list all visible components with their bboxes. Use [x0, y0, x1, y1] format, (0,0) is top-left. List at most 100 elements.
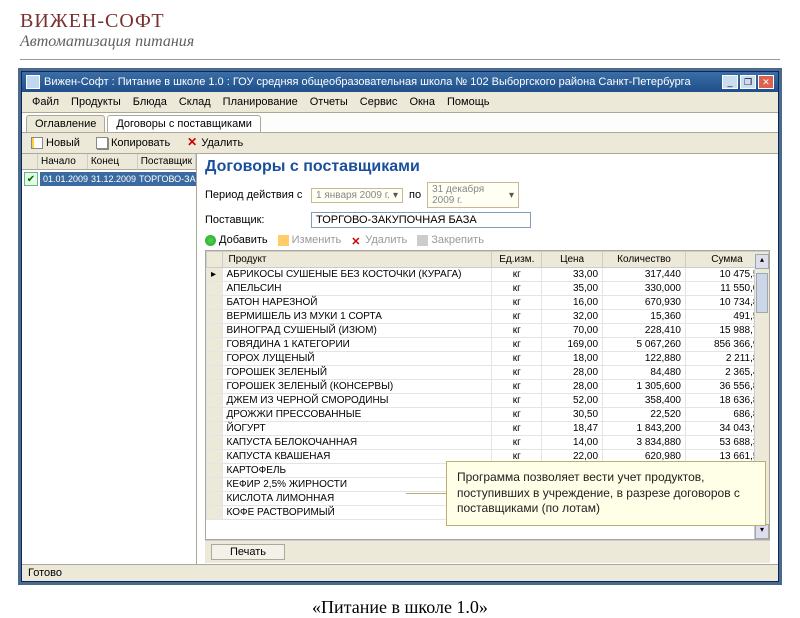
cell-product: ЙОГУРТ: [222, 422, 492, 436]
cell-price: 30,50: [542, 408, 603, 422]
table-row[interactable]: ДЖЕМ ИЗ ЧЕРНОЙ СМОРОДИНЫкг52,00358,40018…: [207, 394, 769, 408]
table-row[interactable]: ▸АБРИКОСЫ СУШЕНЫЕ БЕЗ КОСТОЧКИ (КУРАГА)к…: [207, 268, 769, 282]
table-row[interactable]: ВИНОГРАД СУШЕНЫЙ (ИЗЮМ)кг70,00228,41015 …: [207, 324, 769, 338]
row-marker: [207, 408, 223, 422]
titlebar: Вижен-Софт : Питание в школе 1.0 : ГОУ с…: [22, 72, 778, 92]
col-price[interactable]: Цена: [542, 252, 603, 268]
cell-price: 32,00: [542, 310, 603, 324]
date-to-input[interactable]: 31 декабря 2009 г.▾: [427, 182, 519, 208]
col-start[interactable]: Начало: [38, 154, 88, 169]
table-row[interactable]: ГОВЯДИНА 1 КАТЕГОРИИкг169,005 067,260856…: [207, 338, 769, 352]
tab-contracts[interactable]: Договоры с поставщиками: [107, 115, 261, 132]
cell-qty: 358,400: [603, 394, 686, 408]
cell-qty: 670,930: [603, 296, 686, 310]
table-row[interactable]: БАТОН НАРЕЗНОЙкг16,00670,93010 734,88: [207, 296, 769, 310]
maximize-button[interactable]: ❐: [740, 75, 756, 89]
contracts-list: Начало Конец Поставщик ✔ 01.01.2009 31.1…: [22, 154, 197, 564]
supplier-input[interactable]: ТОРГОВО-ЗАКУПОЧНАЯ БАЗА: [311, 212, 531, 228]
lock-icon: [417, 235, 428, 246]
grid-delete-label: Удалить: [365, 234, 407, 246]
col-end[interactable]: Конец: [88, 154, 138, 169]
cell-product: КАПУСТА БЕЛОКОЧАННАЯ: [222, 436, 492, 450]
date-to-value: 31 декабря 2009 г.: [432, 184, 509, 206]
col-product[interactable]: Продукт: [222, 252, 492, 268]
menu-help[interactable]: Помощь: [441, 94, 496, 110]
row-marker: [207, 492, 223, 506]
scrollbar-thumb[interactable]: [756, 273, 768, 313]
print-button[interactable]: Печать: [211, 544, 285, 560]
menu-reports[interactable]: Отчеты: [304, 94, 354, 110]
menu-service[interactable]: Сервис: [354, 94, 404, 110]
menu-windows[interactable]: Окна: [403, 94, 441, 110]
cell-product: ГОРОХ ЛУЩЕНЫЙ: [222, 352, 492, 366]
table-row[interactable]: ВЕРМИШЕЛЬ ИЗ МУКИ 1 СОРТАкг32,0015,36049…: [207, 310, 769, 324]
row-end: 31.12.2009: [88, 172, 136, 186]
grid-add-button[interactable]: Добавить: [205, 234, 268, 246]
col-supplier[interactable]: Поставщик: [138, 154, 196, 169]
cell-qty: 5 067,260: [603, 338, 686, 352]
minimize-button[interactable]: _: [722, 75, 738, 89]
cell-unit: кг: [492, 422, 542, 436]
cell-price: 28,00: [542, 366, 603, 380]
row-marker: [207, 296, 223, 310]
chevron-down-icon: ▾: [393, 190, 398, 201]
cell-qty: 84,480: [603, 366, 686, 380]
grid-delete-button[interactable]: ✕Удалить: [351, 234, 407, 246]
supplier-label: Поставщик:: [205, 214, 305, 226]
cell-price: 169,00: [542, 338, 603, 352]
cell-unit: кг: [492, 394, 542, 408]
cell-unit: кг: [492, 380, 542, 394]
cell-price: 18,47: [542, 422, 603, 436]
close-button[interactable]: ✕: [758, 75, 774, 89]
table-row[interactable]: КАПУСТА БЕЛОКОЧАННАЯкг14,003 834,88053 6…: [207, 436, 769, 450]
scroll-up-button[interactable]: ▴: [755, 254, 769, 269]
menubar: Файл Продукты Блюда Склад Планирование О…: [22, 92, 778, 113]
menu-warehouse[interactable]: Склад: [173, 94, 217, 110]
new-button[interactable]: Новый: [26, 135, 85, 151]
table-row[interactable]: ГОРОХ ЛУЩЕНЫЙкг18,00122,8802 211,84: [207, 352, 769, 366]
cell-qty: 1 305,600: [603, 380, 686, 394]
menu-products[interactable]: Продукты: [65, 94, 127, 110]
table-row[interactable]: АПЕЛЬСИНкг35,00330,00011 550,00: [207, 282, 769, 296]
cell-unit: кг: [492, 282, 542, 296]
menu-file[interactable]: Файл: [26, 94, 65, 110]
grid-lock-button[interactable]: Закрепить: [417, 234, 484, 246]
new-label: Новый: [46, 137, 80, 149]
row-marker: [207, 310, 223, 324]
tab-toc[interactable]: Оглавление: [26, 115, 105, 132]
copy-button[interactable]: Копировать: [91, 135, 175, 151]
table-row[interactable]: ГОРОШЕК ЗЕЛЕНЫЙ (КОНСЕРВЫ)кг28,001 305,6…: [207, 380, 769, 394]
cell-product: АПЕЛЬСИН: [222, 282, 492, 296]
cell-price: 16,00: [542, 296, 603, 310]
table-row[interactable]: ДРОЖЖИ ПРЕССОВАННЫЕкг30,5022,520686,86: [207, 408, 769, 422]
table-row[interactable]: ЙОГУРТкг18,471 843,20034 043,90: [207, 422, 769, 436]
grid-lock-label: Закрепить: [431, 234, 484, 246]
cell-qty: 228,410: [603, 324, 686, 338]
cell-price: 70,00: [542, 324, 603, 338]
divider: [20, 59, 780, 60]
cell-unit: кг: [492, 436, 542, 450]
footer-caption: «Питание в школе 1.0»: [0, 597, 800, 618]
scroll-down-button[interactable]: ▾: [755, 524, 769, 539]
delete-button[interactable]: ✕Удалить: [181, 135, 248, 151]
date-from-input[interactable]: 1 января 2009 г.▾: [311, 188, 403, 203]
cell-unit: кг: [492, 352, 542, 366]
table-row[interactable]: ГОРОШЕК ЗЕЛЕНЫЙкг28,0084,4802 365,44: [207, 366, 769, 380]
col-unit[interactable]: Ед.изм.: [492, 252, 542, 268]
menu-planning[interactable]: Планирование: [217, 94, 304, 110]
menu-dishes[interactable]: Блюда: [127, 94, 173, 110]
grid-edit-button[interactable]: Изменить: [278, 234, 342, 246]
row-marker: [207, 338, 223, 352]
row-marker: [207, 422, 223, 436]
period-to: по: [409, 189, 421, 201]
contract-row[interactable]: ✔ 01.01.2009 31.12.2009 ТОРГОВО-ЗАКУПОЧН…: [22, 170, 196, 188]
col-qty[interactable]: Количество: [603, 252, 686, 268]
cell-unit: кг: [492, 296, 542, 310]
brand-title: ВИЖЕН-СОФТ: [20, 10, 780, 33]
cell-qty: 22,520: [603, 408, 686, 422]
callout-note: Программа позволяет вести учет продуктов…: [446, 461, 766, 526]
row-marker: [207, 352, 223, 366]
copy-icon: [96, 137, 108, 149]
row-marker: [207, 436, 223, 450]
page-title: Договоры с поставщиками: [205, 158, 770, 176]
